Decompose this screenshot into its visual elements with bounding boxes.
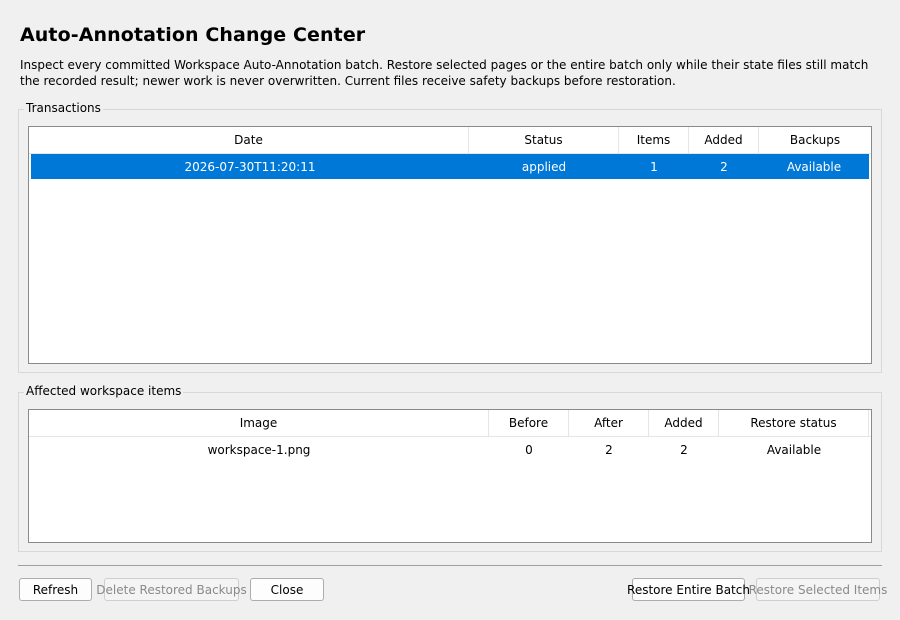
column-header-added[interactable]: Added [649,410,719,436]
affected-items-table[interactable]: Image Before After Added Restore status … [28,409,872,543]
affected-item-added: 2 [680,442,688,457]
restore-selected-items-button[interactable]: Restore Selected Items [749,578,887,601]
affected-item-row[interactable]: workspace-1.png 0 2 2 Available [29,437,871,462]
column-header-added[interactable]: Added [689,127,759,153]
close-button[interactable]: Close [250,578,324,601]
transaction-backups: Available [786,159,842,174]
transaction-row[interactable]: 2026-07-30T11:20:11 applied 1 2 Availabl… [31,154,869,179]
transactions-table-header: Date Status Items Added Backups [29,127,871,154]
column-header-after[interactable]: After [569,410,649,436]
affected-items-group-label: Affected workspace items [24,384,184,398]
transactions-group-label: Transactions [24,101,103,115]
affected-item-after: 2 [605,442,613,457]
delete-restored-backups-button[interactable]: Delete Restored Backups [96,578,247,601]
affected-items-table-header: Image Before After Added Restore status [29,410,871,437]
column-header-date[interactable]: Date [29,127,469,153]
column-header-image[interactable]: Image [29,410,489,436]
affected-item-restore-status: Available [766,442,822,457]
dialog-description: Inspect every committed Workspace Auto-A… [20,58,869,88]
transaction-status: applied [521,159,567,174]
column-header-before[interactable]: Before [489,410,569,436]
column-header-status[interactable]: Status [469,127,619,153]
transaction-date: 2026-07-30T11:20:11 [184,159,316,174]
footer-separator [18,565,882,566]
column-header-restore-status[interactable]: Restore status [719,410,869,436]
affected-item-image: workspace-1.png [207,442,311,457]
column-header-items[interactable]: Items [619,127,689,153]
transaction-items: 1 [650,159,658,174]
dialog-title: Auto-Annotation Change Center [20,24,366,46]
transaction-added: 2 [720,159,728,174]
refresh-button[interactable]: Refresh [19,578,92,601]
transactions-table[interactable]: Date Status Items Added Backups 2026-07-… [28,126,872,364]
restore-entire-batch-button[interactable]: Restore Entire Batch [627,578,750,601]
column-header-backups[interactable]: Backups [759,127,871,153]
affected-item-before: 0 [525,442,533,457]
